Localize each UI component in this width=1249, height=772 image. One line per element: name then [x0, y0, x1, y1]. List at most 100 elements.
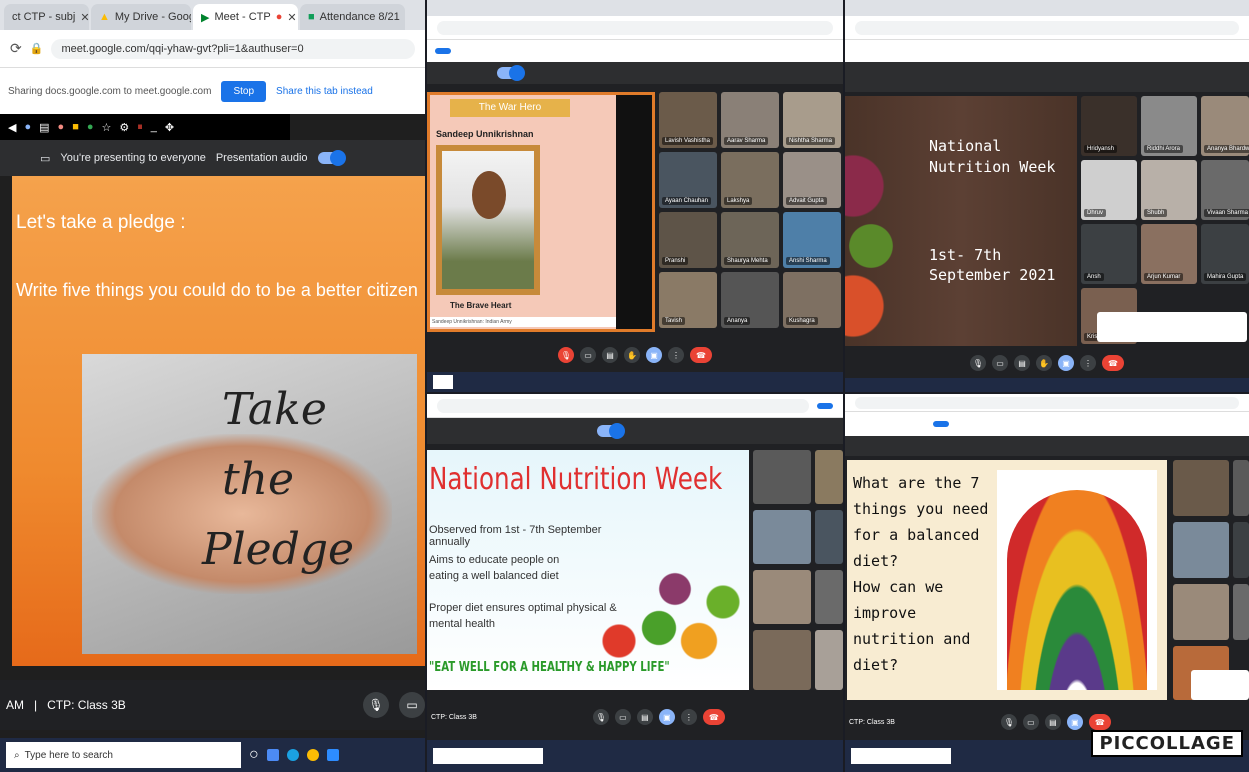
minimize-icon[interactable]: _ — [151, 121, 157, 133]
star-icon[interactable]: ☆ — [102, 121, 112, 134]
participant-tile[interactable] — [1233, 522, 1249, 578]
more-button[interactable]: ⋮ — [680, 709, 697, 725]
participant-tile[interactable]: Kushagra — [783, 272, 841, 328]
stop-button[interactable]: Stop — [221, 80, 267, 102]
present-button[interactable]: ▣ — [658, 709, 675, 725]
participant-tile[interactable]: Pranshi — [659, 212, 717, 268]
participant-tile[interactable]: Ansh — [1081, 224, 1137, 284]
camera-button[interactable]: ▭ — [992, 355, 1008, 371]
participant-tile[interactable] — [1173, 460, 1229, 516]
participant-tile[interactable]: Shubh — [1141, 160, 1197, 220]
url-field[interactable] — [437, 398, 809, 413]
present-button[interactable]: ▣ — [1066, 714, 1083, 730]
pause-icon[interactable]: ⏸ — [137, 121, 143, 134]
tab-2[interactable]: ▲My Drive - Goog✕ — [91, 4, 191, 30]
participant-tile[interactable]: Hridyansh — [1081, 96, 1137, 156]
present-button[interactable]: ▣ — [646, 347, 662, 363]
audio-toggle[interactable] — [497, 65, 525, 81]
gear-icon[interactable]: ⚙ — [119, 121, 129, 134]
end-call-button[interactable]: ☎ — [702, 709, 725, 725]
participant-tile[interactable]: Shaurya Mehta — [721, 212, 779, 268]
chrome-icon[interactable] — [306, 749, 319, 761]
cortana-icon[interactable]: ○ — [249, 746, 259, 764]
participant-tile[interactable]: Riddhi Arora — [1141, 96, 1197, 156]
taskbar-search[interactable] — [851, 748, 951, 764]
doc-icon[interactable]: ▤ — [39, 121, 49, 134]
participant-tile[interactable]: Lakshya — [721, 152, 779, 208]
mic-button[interactable]: 🎙 — [1000, 714, 1017, 730]
present-button[interactable]: ▣ — [1058, 355, 1074, 371]
participant-tile[interactable] — [1173, 584, 1229, 640]
participant-tile[interactable] — [753, 510, 811, 564]
participant-tile[interactable]: Mahira Gupta — [1201, 224, 1249, 284]
tab-1[interactable]: ct CTP - subj ✕ — [4, 4, 89, 30]
participant-tile[interactable] — [753, 450, 811, 504]
more-button[interactable]: ⋮ — [1080, 355, 1096, 371]
cc-button[interactable]: ▤ — [1044, 714, 1061, 730]
mic-button[interactable]: 🎙 — [363, 692, 389, 718]
participant-tile[interactable] — [815, 570, 843, 624]
participant-tile[interactable]: Aarav Sharma — [721, 92, 779, 148]
close-icon[interactable]: ✕ — [287, 11, 296, 24]
notification-card[interactable] — [1097, 312, 1247, 342]
taskbar-search[interactable] — [433, 748, 543, 764]
end-call-button[interactable]: ☎ — [1088, 714, 1111, 730]
url-field[interactable] — [855, 20, 1239, 35]
stop-button[interactable] — [933, 421, 949, 427]
camera-button[interactable]: ▭ — [614, 709, 631, 725]
stop-button[interactable] — [817, 402, 833, 409]
participant-tile[interactable] — [753, 570, 811, 624]
participant-tile[interactable]: Anshi Sharma — [783, 212, 841, 268]
audio-icon[interactable]: ◀ — [8, 121, 16, 134]
url-field[interactable] — [855, 396, 1239, 409]
end-call-button[interactable]: ☎ — [1102, 355, 1124, 371]
ext-icon[interactable]: ● — [58, 121, 65, 133]
end-call-button[interactable]: ☎ — [690, 347, 712, 363]
edge-icon[interactable] — [286, 749, 299, 761]
taskbar-search[interactable] — [433, 375, 453, 389]
taskbar-search[interactable]: ⌕ Type here to search — [6, 742, 241, 768]
participant-tile[interactable]: Nishtha Sharma — [783, 92, 841, 148]
url-field[interactable]: meet.google.com/qqi-yhaw-gvt?pli=1&authu… — [51, 38, 415, 59]
close-icon[interactable]: ✕ — [80, 11, 89, 24]
participant-tile[interactable] — [753, 630, 811, 690]
share-tab-button[interactable]: Share this tab instead — [276, 86, 373, 97]
cc-button[interactable]: ▤ — [602, 347, 618, 363]
hand-button[interactable]: ✋ — [1036, 355, 1052, 371]
participant-tile[interactable]: Dhruv — [1081, 160, 1137, 220]
mic-button[interactable]: 🎙 — [558, 347, 574, 363]
participant-tile[interactable] — [1233, 460, 1249, 516]
mic-button[interactable]: 🎙 — [970, 355, 986, 371]
camera-button[interactable]: ▭ — [1022, 714, 1039, 730]
participant-tile[interactable]: Ayaan Chauhan — [659, 152, 717, 208]
participant-tile[interactable] — [815, 450, 843, 504]
mic-button[interactable]: 🎙 — [592, 709, 609, 725]
participant-tile[interactable]: Vivaan Sharma — [1201, 160, 1249, 220]
url-field[interactable] — [437, 20, 833, 35]
more-button[interactable]: ⋮ — [668, 347, 684, 363]
notification-card[interactable] — [1191, 670, 1249, 700]
hand-button[interactable]: ✋ — [624, 347, 640, 363]
taskview-icon[interactable] — [266, 749, 279, 761]
stop-button[interactable] — [435, 48, 451, 54]
tab-3[interactable]: ▶ Meet - CTP ● ✕ — [193, 4, 298, 30]
move-icon[interactable]: ✥ — [165, 121, 174, 134]
participant-tile[interactable] — [1233, 584, 1249, 640]
participant-tile[interactable]: Lavish Vashistha — [659, 92, 717, 148]
participant-tile[interactable]: Tavish — [659, 272, 717, 328]
participant-tile[interactable]: Ananya Bhardwaj — [1201, 96, 1249, 156]
participant-tile[interactable]: Advait Gupta — [783, 152, 841, 208]
camera-button[interactable]: ▭ — [399, 692, 425, 718]
reload-icon[interactable]: ⟳ — [10, 40, 22, 57]
app-icon[interactable] — [326, 749, 339, 761]
audio-toggle[interactable] — [317, 150, 346, 166]
participant-tile[interactable] — [815, 510, 843, 564]
ext-icon[interactable]: ● — [87, 121, 94, 133]
participant-tile[interactable]: Arjun Kumar — [1141, 224, 1197, 284]
participant-tile[interactable] — [815, 630, 843, 690]
participant-tile[interactable]: Ananya — [721, 272, 779, 328]
cc-button[interactable]: ▤ — [1014, 355, 1030, 371]
ext-icon[interactable]: ■ — [72, 121, 79, 133]
person-icon[interactable]: ● — [24, 121, 31, 133]
audio-toggle[interactable] — [597, 423, 625, 439]
